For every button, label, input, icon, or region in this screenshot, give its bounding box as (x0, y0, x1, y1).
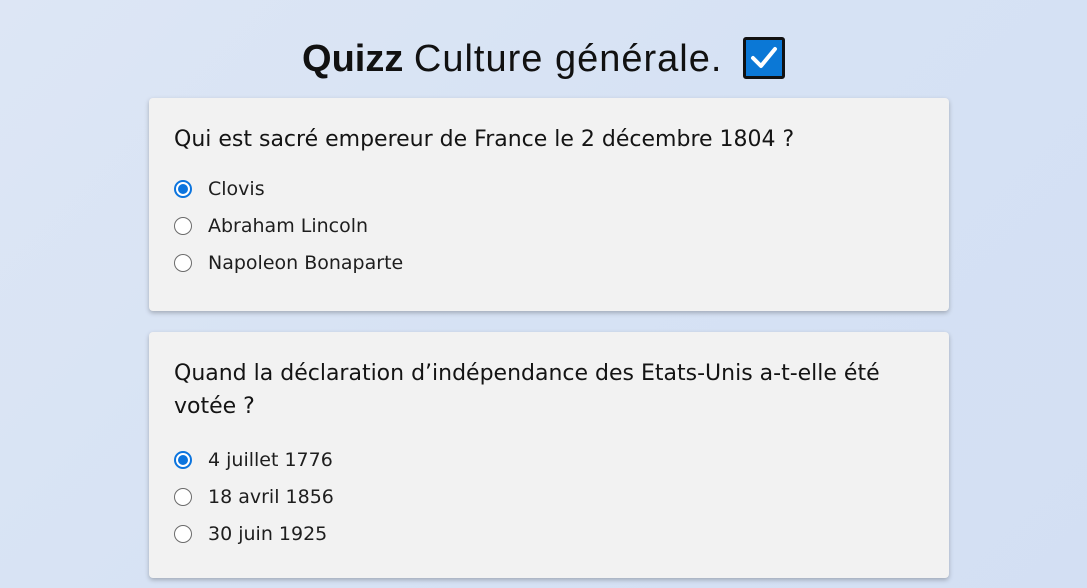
radio-button[interactable] (174, 524, 192, 543)
answer-option[interactable]: Abraham Lincoln (174, 207, 924, 244)
answer-label: 4 juillet 1776 (208, 448, 333, 471)
radio-button[interactable] (174, 179, 192, 198)
radio-button[interactable] (174, 253, 192, 272)
question-card-1: Qui est sacré empereur de France le 2 dé… (149, 98, 949, 311)
radio-button[interactable] (174, 487, 192, 506)
question-text: Qui est sacré empereur de France le 2 dé… (174, 127, 795, 152)
title-strong: Quizz (302, 38, 404, 81)
answer-label: 18 avril 1856 (208, 485, 334, 508)
answer-option[interactable]: Napoleon Bonaparte (174, 244, 924, 281)
question-card-2: Quand la déclaration d’indépendance des … (149, 332, 949, 578)
question-text: Quand la déclaration d’indépendance des … (174, 361, 880, 419)
answer-option[interactable]: 4 juillet 1776 (174, 441, 924, 478)
answer-options: 4 juillet 1776 18 avril 1856 30 juin 192… (174, 441, 924, 552)
check-mark-button-icon (742, 37, 785, 80)
answer-label: 30 juin 1925 (208, 522, 328, 545)
answer-options: Clovis Abraham Lincoln Napoleon Bonapart… (174, 170, 924, 281)
answer-option[interactable]: 18 avril 1856 (174, 478, 924, 515)
answer-option[interactable]: Clovis (174, 170, 924, 207)
radio-button[interactable] (174, 450, 192, 469)
answer-option[interactable]: 30 juin 1925 (174, 515, 924, 552)
answer-label: Abraham Lincoln (208, 214, 369, 237)
radio-button[interactable] (174, 216, 192, 235)
answer-label: Clovis (208, 177, 265, 200)
title-rest: Culture générale. (413, 38, 723, 81)
page-title: Quizz Culture générale. (0, 35, 1087, 83)
answer-label: Napoleon Bonaparte (208, 251, 404, 274)
